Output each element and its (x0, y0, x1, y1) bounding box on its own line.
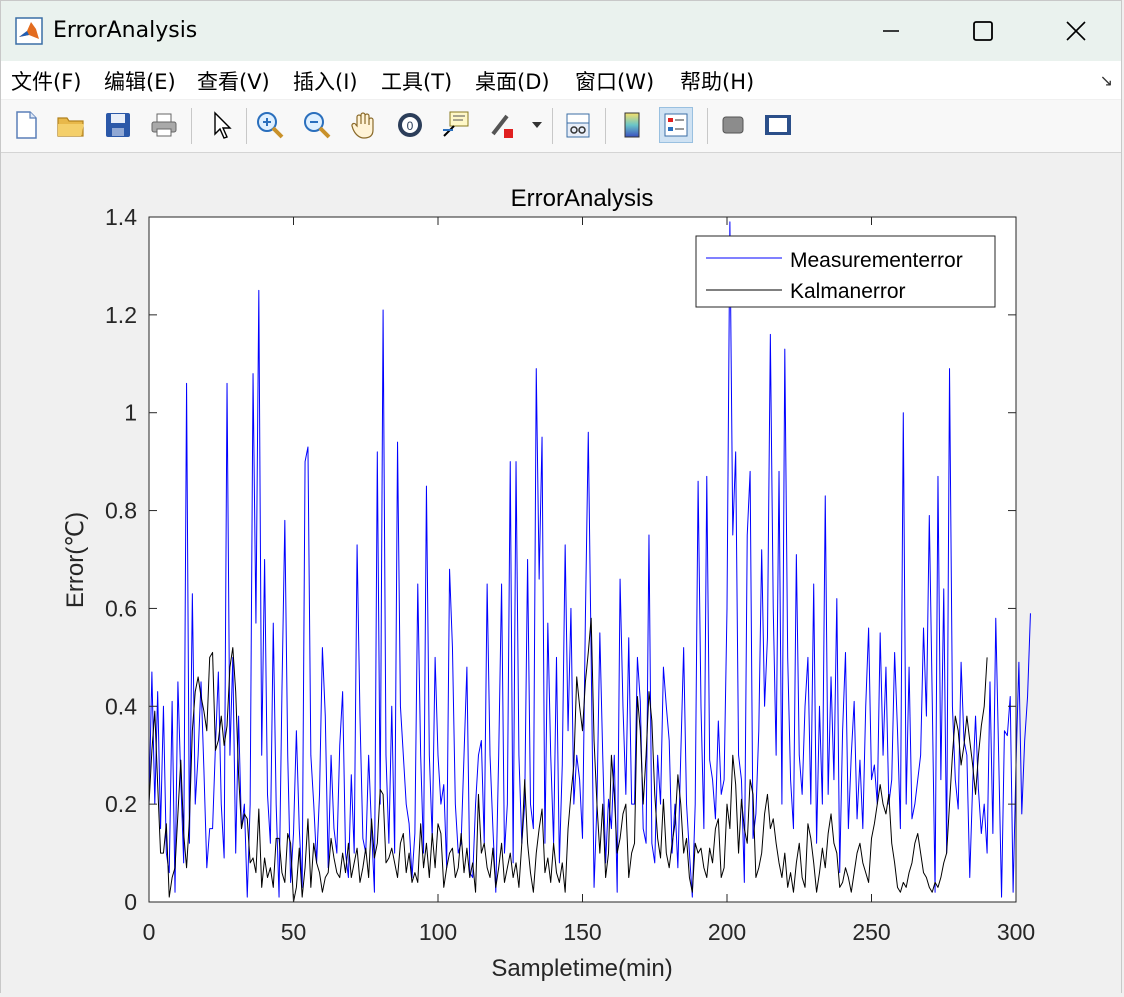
menu-desktop[interactable]: 桌面(D) (475, 66, 550, 96)
toolbar-separator (707, 108, 708, 144)
printer-icon (151, 113, 177, 137)
save-button[interactable] (101, 107, 135, 143)
maximize-button[interactable] (953, 11, 1013, 51)
maximize-icon (973, 21, 993, 41)
hand-icon (351, 112, 374, 139)
figure-window: ErrorAnalysis 文件(F) 编辑(E) 查看(V) 插入(I) 工具… (0, 0, 1122, 993)
menu-window[interactable]: 窗口(W) (575, 66, 654, 96)
new-file-icon (16, 111, 37, 139)
figure-toolbar: 0 (1, 100, 1121, 153)
data-tip-icon (443, 111, 469, 137)
colorbar-icon (624, 112, 640, 138)
hide-plot-tools-button[interactable] (716, 107, 750, 143)
show-plot-tools-button[interactable] (761, 107, 795, 143)
zoom-out-button[interactable] (300, 107, 334, 143)
legend-label-measurement: Measurementerror (790, 249, 963, 272)
close-icon (1066, 21, 1086, 41)
pan-button[interactable] (347, 107, 381, 143)
data-cursor-button[interactable] (439, 107, 473, 143)
pointer-arrow-icon (214, 111, 232, 139)
toolbar-separator (552, 108, 553, 144)
minimize-icon (883, 30, 899, 32)
matlab-icon (15, 17, 43, 45)
brush-icon (491, 114, 513, 138)
chart-title: ErrorAnalysis (511, 185, 654, 212)
link-plot-button[interactable] (561, 107, 595, 143)
legend[interactable]: Measurementerror Kalmanerror (695, 235, 996, 308)
x-tick-label: 100 (419, 919, 457, 945)
menu-help[interactable]: 帮助(H) (680, 66, 754, 96)
y-axis-label: Error(℃) (62, 512, 89, 608)
chevron-down-icon (532, 122, 542, 128)
y-tick-label: 1 (124, 400, 137, 426)
axes-background (149, 217, 1016, 902)
y-tick-label: 1.2 (105, 302, 137, 328)
x-axis-label: Sampletime(min) (491, 955, 672, 982)
menu-bar: 文件(F) 编辑(E) 查看(V) 插入(I) 工具(T) 桌面(D) 窗口(W… (1, 61, 1121, 99)
figure-area: 0 50 100 150 200 250 300 0 0.2 0.4 0.6 0.8 1 1.2 1.4 E… (1, 153, 1121, 993)
menu-insert[interactable]: 插入(I) (293, 66, 358, 96)
zoom-out-icon (304, 112, 331, 139)
rotate-3d-button[interactable]: 0 (393, 107, 427, 143)
close-button[interactable] (1046, 11, 1106, 51)
menu-edit[interactable]: 编辑(E) (104, 66, 176, 96)
print-button[interactable] (147, 107, 181, 143)
x-tick-label: 300 (997, 919, 1035, 945)
y-tick-label: 0.4 (105, 693, 137, 719)
x-tick-label: 150 (563, 919, 601, 945)
edit-plot-button[interactable] (204, 107, 238, 143)
toolbar-separator (191, 108, 192, 144)
brush-dropdown[interactable] (527, 107, 547, 143)
menu-tools[interactable]: 工具(T) (381, 66, 452, 96)
menu-view[interactable]: 查看(V) (197, 66, 270, 96)
x-tick-label: 250 (852, 919, 890, 945)
legend-label-kalman: Kalmanerror (790, 280, 906, 303)
menu-file[interactable]: 文件(F) (11, 66, 81, 96)
hide-tools-icon (722, 116, 744, 134)
brush-button[interactable] (485, 107, 519, 143)
x-tick-label: 0 (143, 919, 156, 945)
title-bar: ErrorAnalysis (1, 1, 1121, 61)
insert-legend-button[interactable] (659, 107, 693, 143)
legend-icon (664, 113, 688, 137)
open-file-button[interactable] (54, 107, 88, 143)
dock-arrow-icon[interactable]: ↘ (1100, 71, 1113, 90)
toolbar-separator (246, 108, 247, 144)
show-tools-icon (765, 115, 791, 135)
folder-icon (57, 117, 84, 137)
y-tick-label: 0.2 (105, 791, 137, 817)
y-tick-label: 0.6 (105, 595, 137, 621)
save-icon (106, 113, 130, 137)
x-tick-label: 50 (281, 919, 307, 945)
error-analysis-chart[interactable]: 0 50 100 150 200 250 300 0 0.2 0.4 0.6 0.8 1 1.2 1.4 E… (1, 153, 1123, 993)
y-tick-label: 0.8 (105, 498, 137, 524)
insert-colorbar-button[interactable] (615, 107, 649, 143)
y-tick-label: 1.4 (105, 204, 137, 230)
window-title: ErrorAnalysis (53, 18, 198, 43)
y-tick-label: 0 (124, 889, 137, 915)
minimize-button[interactable] (861, 11, 921, 51)
toolbar-separator (605, 108, 606, 144)
new-figure-button[interactable] (9, 107, 43, 143)
zoom-in-button[interactable] (253, 107, 287, 143)
link-icon (566, 113, 590, 138)
x-tick-label: 200 (708, 919, 746, 945)
svg-text:0: 0 (407, 119, 414, 133)
zoom-in-icon (257, 112, 284, 139)
rotate-icon: 0 (398, 113, 422, 137)
